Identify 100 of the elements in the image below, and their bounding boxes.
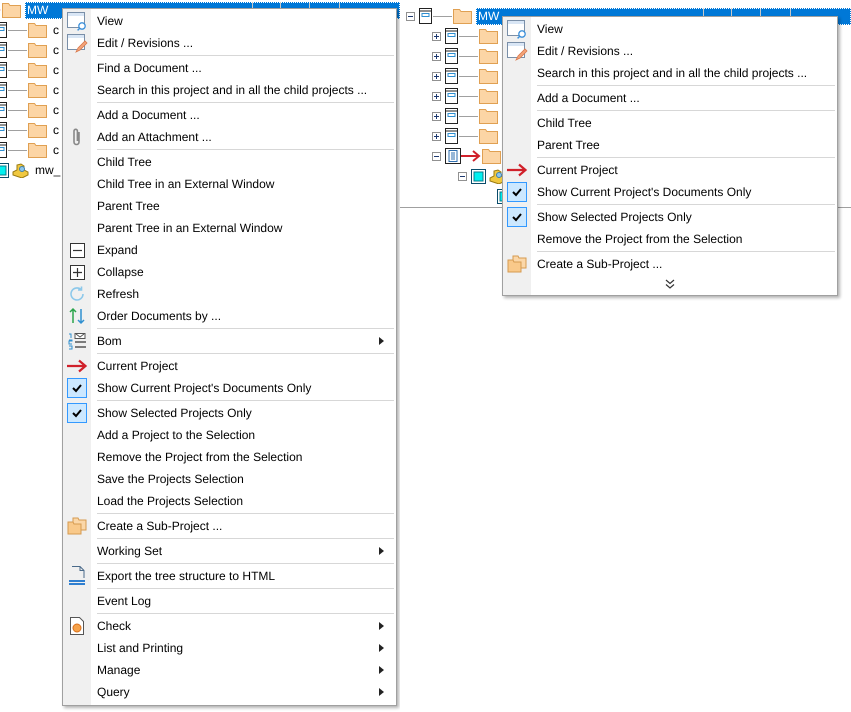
book-icon bbox=[445, 148, 461, 164]
window-icon bbox=[445, 128, 458, 144]
folder-icon bbox=[28, 82, 47, 98]
menu-item[interactable]: Event Log bbox=[63, 590, 396, 612]
collapse-toggle[interactable] bbox=[432, 152, 441, 160]
menu-item[interactable]: Order Documents by ... bbox=[63, 305, 396, 327]
window-icon bbox=[445, 108, 458, 124]
menu-item[interactable]: Child Tree bbox=[503, 112, 837, 134]
menu-item[interactable]: Show Current Project's Documents Only bbox=[503, 181, 837, 203]
document-coin-icon bbox=[69, 616, 85, 636]
folder-icon bbox=[479, 88, 498, 104]
menu-item[interactable]: Collapse bbox=[63, 261, 396, 283]
menu-item[interactable]: Query bbox=[63, 681, 396, 703]
window-icon bbox=[445, 68, 458, 84]
folder-icon bbox=[28, 62, 47, 78]
menu-item[interactable]: Load the Projects Selection bbox=[63, 490, 396, 512]
minus-box-icon bbox=[70, 242, 84, 258]
folder-icon bbox=[28, 102, 47, 118]
menu-item[interactable]: Remove the Project from the Selection bbox=[503, 228, 837, 250]
folder-icon bbox=[453, 8, 472, 24]
right-arrow-icon bbox=[506, 163, 528, 177]
tree-label: MW bbox=[477, 9, 500, 23]
folder-icon bbox=[28, 22, 47, 38]
up-down-arrows-icon bbox=[68, 307, 86, 325]
folder-icon bbox=[479, 128, 498, 144]
tree-label: c bbox=[52, 63, 59, 77]
menu-item[interactable]: Current Project bbox=[63, 355, 396, 377]
part-icon bbox=[12, 162, 29, 178]
folder-icon bbox=[479, 68, 498, 84]
window-icon bbox=[445, 48, 458, 64]
menu-item[interactable]: Parent Tree in an External Window bbox=[63, 217, 396, 239]
menu-item[interactable]: Edit / Revisions ... bbox=[63, 32, 396, 54]
menu-item[interactable]: Add a Document ... bbox=[63, 104, 396, 126]
folder-icon bbox=[479, 28, 498, 44]
menu-item[interactable]: Search in this project and in all the child projects ... bbox=[503, 62, 837, 84]
folders-icon bbox=[67, 517, 87, 535]
menu-item[interactable]: Create a Sub-Project ... bbox=[503, 253, 837, 275]
menu-item[interactable]: Show Selected Projects Only bbox=[63, 402, 396, 424]
refresh-icon bbox=[68, 285, 86, 303]
expand-toggle[interactable] bbox=[432, 132, 441, 140]
document-icon bbox=[68, 565, 86, 587]
plus-box-icon bbox=[70, 264, 84, 280]
folder-icon bbox=[2, 2, 21, 18]
tree-label: c bbox=[52, 83, 59, 97]
expand-toggle[interactable] bbox=[432, 72, 441, 80]
expand-more-icon[interactable] bbox=[665, 279, 675, 289]
window-pencil-icon bbox=[66, 32, 88, 54]
menu-item[interactable]: Add a Document ... bbox=[503, 87, 837, 109]
tree-label: MW bbox=[26, 3, 48, 17]
numbered-list-icon bbox=[67, 332, 87, 350]
menu-item[interactable]: Current Project bbox=[503, 159, 837, 181]
menu-item[interactable]: Child Tree bbox=[63, 151, 396, 173]
paperclip-icon bbox=[72, 127, 82, 147]
menu-item[interactable]: Remove the Project from the Selection bbox=[63, 446, 396, 468]
folder-icon bbox=[479, 108, 498, 124]
menu-item[interactable]: Edit / Revisions ... bbox=[503, 40, 837, 62]
menu-item[interactable]: Add a Project to the Selection bbox=[63, 424, 396, 446]
tree-label: c bbox=[52, 103, 59, 117]
expand-toggle[interactable] bbox=[432, 32, 441, 40]
menu-item[interactable]: Show Current Project's Documents Only bbox=[63, 377, 396, 399]
menu-item[interactable]: View bbox=[63, 10, 396, 32]
component-box-icon bbox=[471, 168, 486, 184]
collapse-toggle[interactable] bbox=[458, 172, 467, 180]
folder-icon bbox=[482, 148, 501, 164]
menu-item[interactable]: Parent Tree bbox=[503, 134, 837, 156]
menu-item[interactable]: Bom bbox=[63, 330, 396, 352]
window-icon bbox=[419, 8, 432, 24]
menu-item[interactable]: Add an Attachment ... bbox=[63, 126, 396, 148]
folder-icon bbox=[479, 48, 498, 64]
expand-toggle[interactable] bbox=[432, 92, 441, 100]
right-arrow-icon bbox=[66, 359, 88, 373]
menu-item[interactable]: Show Selected Projects Only bbox=[503, 206, 837, 228]
expand-toggle[interactable] bbox=[432, 112, 441, 120]
window-icon bbox=[445, 88, 458, 104]
menu-item[interactable]: Find a Document ... bbox=[63, 57, 396, 79]
menu-item[interactable]: Refresh bbox=[63, 283, 396, 305]
menu-item[interactable]: Parent Tree bbox=[63, 195, 396, 217]
expand-toggle[interactable] bbox=[432, 52, 441, 60]
window-magnifier-icon bbox=[506, 18, 528, 40]
menu-item[interactable]: Save the Projects Selection bbox=[63, 468, 396, 490]
menu-item[interactable]: Expand bbox=[63, 239, 396, 261]
menu-item[interactable]: Manage bbox=[63, 659, 396, 681]
folder-icon bbox=[28, 122, 47, 138]
tree-label: c bbox=[52, 123, 59, 137]
window-magnifier-icon bbox=[66, 10, 88, 32]
window-pencil-icon bbox=[506, 40, 528, 62]
folder-icon bbox=[28, 42, 47, 58]
menu-item[interactable]: Search in this project and in all the child projects ... bbox=[63, 79, 396, 101]
menu-item[interactable]: Create a Sub-Project ... bbox=[63, 515, 396, 537]
menu-item[interactable]: Export the tree structure to HTML bbox=[63, 565, 396, 587]
menu-item[interactable]: Working Set bbox=[63, 540, 396, 562]
tree-label: c bbox=[52, 143, 59, 157]
menu-item[interactable]: Check bbox=[63, 615, 396, 637]
folders-icon bbox=[507, 255, 527, 273]
window-icon bbox=[445, 28, 458, 44]
tree-label: c bbox=[52, 23, 59, 37]
collapse-toggle[interactable] bbox=[406, 12, 415, 20]
menu-item[interactable]: List and Printing bbox=[63, 637, 396, 659]
menu-item[interactable]: Child Tree in an External Window bbox=[63, 173, 396, 195]
menu-item[interactable]: View bbox=[503, 18, 837, 40]
